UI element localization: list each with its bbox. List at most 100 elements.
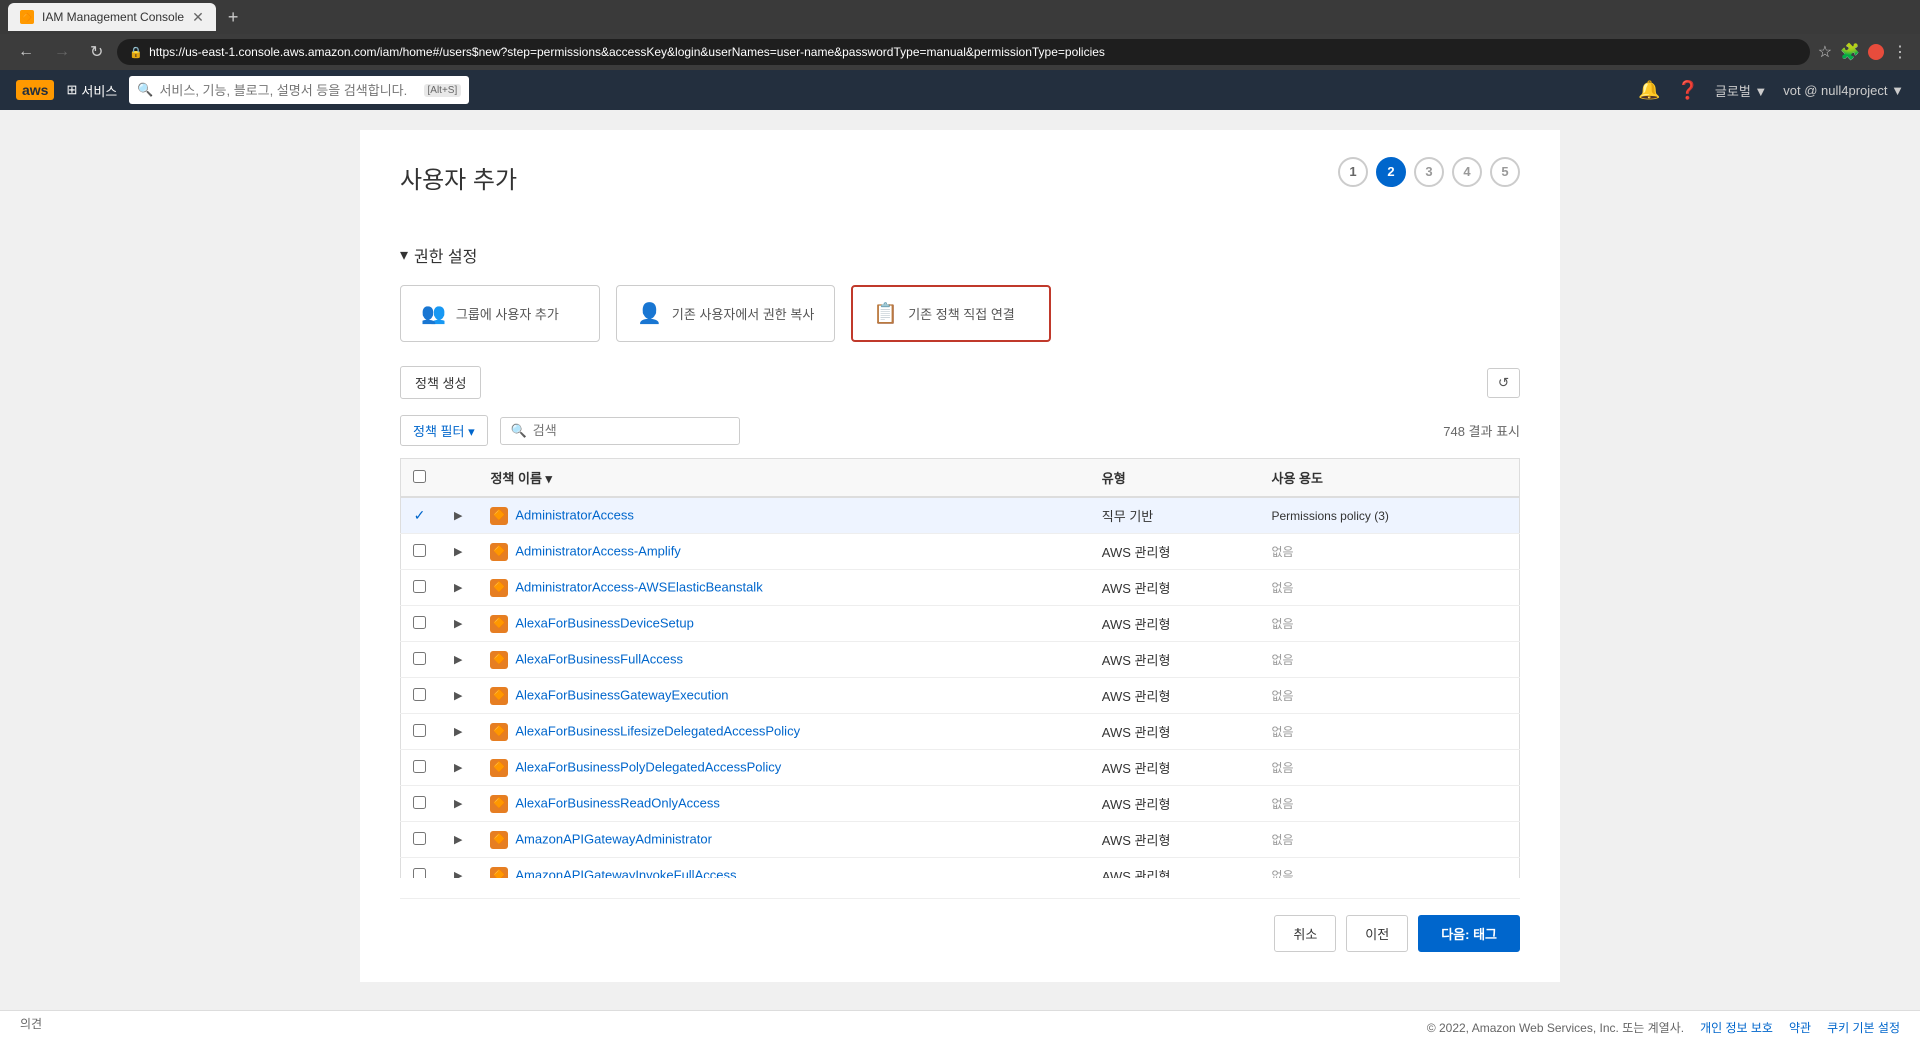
section-title: 권한 설정: [414, 243, 477, 267]
row-checkbox[interactable]: [413, 688, 426, 701]
row-name-cell: 🔶 AdministratorAccess-Amplify: [478, 534, 1089, 570]
prev-button[interactable]: 이전: [1346, 915, 1408, 952]
policy-name-link[interactable]: AdministratorAccess-Amplify: [515, 543, 680, 558]
row-checkbox[interactable]: [413, 652, 426, 665]
row-checkbox[interactable]: [413, 832, 426, 845]
policy-name-link[interactable]: AlexaForBusinessFullAccess: [515, 651, 683, 666]
expand-button[interactable]: ▶: [450, 507, 466, 524]
row-expand-cell[interactable]: ▶: [438, 822, 478, 858]
row-checkbox[interactable]: [413, 760, 426, 773]
tab-groups[interactable]: 👥 그룹에 사용자 추가: [400, 285, 600, 342]
policy-search-input[interactable]: [533, 423, 729, 438]
tab-attach[interactable]: 📋 기존 정책 직접 연결: [851, 285, 1051, 342]
expand-button[interactable]: ▶: [450, 723, 466, 740]
expand-button[interactable]: ▶: [450, 543, 466, 560]
row-expand-cell[interactable]: ▶: [438, 714, 478, 750]
tab-copy[interactable]: 👤 기존 사용자에서 권한 복사: [616, 285, 835, 342]
policy-name-link[interactable]: AdministratorAccess: [515, 507, 633, 522]
bookmark-icon[interactable]: ☆: [1818, 42, 1832, 62]
expand-button[interactable]: ▶: [450, 579, 466, 596]
cancel-button[interactable]: 취소: [1274, 915, 1336, 952]
row-expand-cell[interactable]: ▶: [438, 606, 478, 642]
row-checkbox[interactable]: [413, 580, 426, 593]
bell-icon[interactable]: 🔔: [1638, 80, 1660, 101]
policy-name-link[interactable]: AlexaForBusinessReadOnlyAccess: [515, 795, 719, 810]
header-policy-name[interactable]: 정책 이름 ▾: [478, 459, 1089, 498]
row-checkbox[interactable]: [413, 796, 426, 809]
row-expand-cell[interactable]: ▶: [438, 786, 478, 822]
reload-button[interactable]: ↻: [84, 38, 109, 66]
policy-icon: 🔶: [490, 687, 508, 705]
header-checkbox[interactable]: [401, 459, 439, 498]
services-button[interactable]: ⊞ 서비스: [66, 81, 117, 100]
privacy-link[interactable]: 개인 정보 보호: [1700, 1019, 1773, 1036]
terms-link[interactable]: 약관: [1789, 1019, 1811, 1036]
row-checkbox-cell[interactable]: [401, 534, 439, 570]
expand-button[interactable]: ▶: [450, 651, 466, 668]
refresh-button[interactable]: ↺: [1487, 368, 1520, 398]
collapse-arrow[interactable]: ▾: [400, 245, 408, 265]
row-expand-cell[interactable]: ▶: [438, 678, 478, 714]
search-input[interactable]: [159, 83, 417, 98]
filter-button[interactable]: 정책 필터 ▾: [400, 415, 488, 446]
row-checkbox-cell[interactable]: [401, 858, 439, 879]
row-checkbox-cell[interactable]: [401, 714, 439, 750]
policy-name-link[interactable]: AlexaForBusinessDeviceSetup: [515, 615, 693, 630]
policy-name-link[interactable]: AmazonAPIGatewayInvokeFullAccess: [515, 867, 736, 878]
cookies-link[interactable]: 쿠키 기본 설정: [1827, 1019, 1900, 1036]
row-checkbox[interactable]: [413, 724, 426, 737]
back-button[interactable]: ←: [12, 39, 40, 65]
row-checkbox[interactable]: [413, 616, 426, 629]
aws-logo[interactable]: aws: [16, 80, 54, 100]
row-checkbox-cell[interactable]: [401, 822, 439, 858]
close-tab-button[interactable]: ✕: [192, 9, 204, 26]
policy-name-link[interactable]: AlexaForBusinessGatewayExecution: [515, 687, 728, 702]
expand-button[interactable]: ▶: [450, 867, 466, 878]
profile-dot[interactable]: [1868, 44, 1884, 60]
next-button[interactable]: 다음: 태그: [1418, 915, 1520, 952]
menu-icon[interactable]: ⋮: [1892, 42, 1908, 62]
row-type-cell: AWS 관리형: [1090, 822, 1260, 858]
global-region[interactable]: 글로벌 ▼: [1715, 81, 1767, 100]
help-icon[interactable]: ❓: [1676, 80, 1698, 101]
expand-button[interactable]: ▶: [450, 795, 466, 812]
expand-button[interactable]: ▶: [450, 687, 466, 704]
table-row: ▶ 🔶 AlexaForBusinessGatewayExecution AWS…: [401, 678, 1520, 714]
row-checkbox[interactable]: [413, 868, 426, 879]
row-expand-cell[interactable]: ▶: [438, 497, 478, 534]
policy-name-link[interactable]: AlexaForBusinessLifesizeDelegatedAccessP…: [515, 723, 800, 738]
row-checkbox[interactable]: [413, 544, 426, 557]
expand-button[interactable]: ▶: [450, 759, 466, 776]
row-checkbox-cell[interactable]: ✓: [401, 497, 439, 534]
forward-button[interactable]: →: [48, 39, 76, 65]
row-checkbox-cell[interactable]: [401, 570, 439, 606]
select-all-checkbox[interactable]: [413, 470, 426, 483]
row-name-cell: 🔶 AmazonAPIGatewayInvokeFullAccess: [478, 858, 1089, 879]
row-expand-cell[interactable]: ▶: [438, 570, 478, 606]
policy-name-link[interactable]: AlexaForBusinessPolyDelegatedAccessPolic…: [515, 759, 781, 774]
create-policy-button[interactable]: 정책 생성: [400, 366, 481, 399]
expand-button[interactable]: ▶: [450, 831, 466, 848]
row-expand-cell[interactable]: ▶: [438, 534, 478, 570]
expand-button[interactable]: ▶: [450, 615, 466, 632]
row-checkbox-cell[interactable]: [401, 678, 439, 714]
header-expand: [438, 459, 478, 498]
row-expand-cell[interactable]: ▶: [438, 858, 478, 879]
row-checkbox-cell[interactable]: [401, 606, 439, 642]
policy-icon: 🔶: [490, 759, 508, 777]
policy-name-link[interactable]: AdministratorAccess-AWSElasticBeanstalk: [515, 579, 762, 594]
policy-table-wrapper[interactable]: 정책 이름 ▾ 유형 사용 용도 ✓ ▶ 🔶: [400, 458, 1520, 878]
policy-search-box[interactable]: 🔍: [500, 417, 740, 445]
address-bar[interactable]: 🔒 https://us-east-1.console.aws.amazon.c…: [117, 39, 1809, 65]
row-checkbox-cell[interactable]: [401, 750, 439, 786]
row-expand-cell[interactable]: ▶: [438, 642, 478, 678]
row-checkbox-cell[interactable]: [401, 642, 439, 678]
global-search[interactable]: 🔍 [Alt+S]: [129, 76, 469, 104]
row-expand-cell[interactable]: ▶: [438, 750, 478, 786]
row-checkbox-cell[interactable]: [401, 786, 439, 822]
active-tab[interactable]: 🔶 IAM Management Console ✕: [8, 3, 216, 31]
new-tab-button[interactable]: +: [220, 3, 247, 32]
policy-name-link[interactable]: AmazonAPIGatewayAdministrator: [515, 831, 712, 846]
user-menu[interactable]: vot @ null4project ▼: [1783, 83, 1904, 98]
extensions-icon[interactable]: 🧩: [1840, 42, 1860, 62]
